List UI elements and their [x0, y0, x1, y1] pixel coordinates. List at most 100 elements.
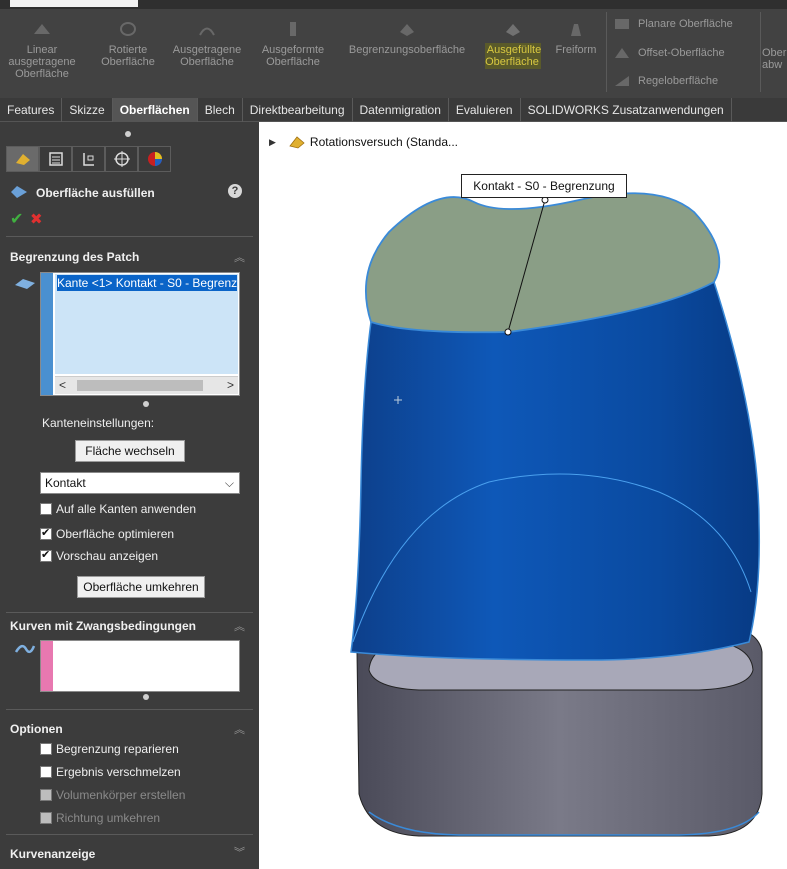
property-manager-panel: Oberfläche ausfüllen ? ✔ ✖ Begrenzung de…	[0, 122, 259, 869]
feature-manager-tab[interactable]	[6, 146, 39, 172]
reverse-surface-button[interactable]: Oberfläche umkehren	[77, 576, 205, 598]
collapse-chevron-icon[interactable]: ︽	[234, 249, 245, 265]
patch-boundary-list[interactable]: Kante <1> Kontakt - S0 - Begrenz < >	[40, 272, 240, 396]
swept-surface-button[interactable]: Ausgetragene Oberfläche	[170, 20, 244, 68]
list-color-strip-pink	[41, 641, 53, 691]
boundary-surface-button[interactable]: Begrenzungsoberfläche	[338, 20, 476, 56]
configuration-manager-tab[interactable]	[72, 146, 105, 172]
revolved-surface-button[interactable]: Rotierte Oberfläche	[96, 20, 160, 68]
ribbon-overflow-label-top: Ober	[762, 47, 787, 59]
swept-surface-label: Ausgetragene Oberfläche	[172, 44, 242, 68]
model-view	[350, 192, 763, 837]
edge-callout-label[interactable]: Kontakt - S0 - Begrenzung	[461, 174, 627, 198]
edge-selection-icon	[15, 279, 35, 289]
collapse-chevron-icon[interactable]: ︽	[234, 721, 245, 737]
reverse-direction-label: Richtung umkehren	[56, 811, 161, 825]
tab-sheet-metal[interactable]: Blech	[198, 98, 243, 122]
ribbon-overflow-label-bottom: abw	[762, 59, 783, 71]
curvature-control-value: Kontakt	[45, 476, 86, 490]
tab-evaluate[interactable]: Evaluieren	[449, 98, 521, 122]
fix-up-boundary-label: Begrenzung reparieren	[56, 742, 179, 756]
linear-sweep-surface-button[interactable]: Linear ausgetragene Oberfläche	[8, 20, 76, 80]
linear-sweep-surface-icon	[34, 24, 50, 34]
freeform-icon	[571, 24, 581, 36]
revolved-surface-icon	[120, 22, 136, 36]
curve-selection-icon	[14, 644, 36, 654]
callout-anchor-bottom	[504, 328, 512, 336]
patch-boundary-title: Begrenzung des Patch	[10, 250, 140, 264]
tab-sketch[interactable]: Skizze	[62, 98, 113, 122]
constraint-curves-list[interactable]	[40, 640, 240, 692]
list-resize-handle[interactable]	[143, 401, 149, 407]
revolved-surface-label: Rotierte Oberfläche	[101, 44, 155, 68]
alternate-face-button[interactable]: Fläche wechseln	[75, 440, 185, 462]
merge-result-label: Ergebnis verschmelzen	[56, 765, 181, 779]
expand-chevron-icon[interactable]: ︾	[234, 844, 245, 860]
ribbon-separator	[606, 12, 607, 92]
fix-up-boundary-box[interactable]	[40, 743, 52, 755]
property-manager-tab[interactable]	[39, 146, 72, 172]
boundary-surface-label: Begrenzungsoberfläche	[348, 44, 466, 56]
tab-solidworks-addins[interactable]: SOLIDWORKS Zusatzanwendungen	[521, 98, 732, 122]
configuration-icon	[82, 153, 94, 166]
collapse-chevron-icon[interactable]: ︽	[234, 618, 245, 634]
offset-surface-label: Offset-Oberfläche	[638, 47, 725, 59]
planar-surface-button[interactable]: Planare Oberfläche	[614, 15, 733, 33]
divider	[6, 834, 253, 835]
show-preview-box[interactable]	[40, 548, 52, 562]
apply-all-edges-box[interactable]	[40, 503, 52, 515]
scroll-right-arrow-icon[interactable]: >	[227, 378, 234, 392]
panel-splitter[interactable]	[0, 128, 259, 140]
freeform-button[interactable]: Freiform	[551, 20, 601, 56]
tab-features[interactable]: Features	[0, 98, 63, 122]
help-icon[interactable]: ?	[228, 184, 242, 198]
display-manager-tab[interactable]	[138, 146, 171, 172]
merge-result-checkbox[interactable]: Ergebnis verschmelzen	[40, 765, 181, 779]
apply-all-edges-label: Auf alle Kanten anwenden	[56, 502, 197, 516]
property-list-icon	[48, 152, 63, 166]
feature-tree-icon	[15, 154, 30, 165]
horizontal-scrollbar[interactable]: < >	[55, 376, 238, 394]
graphics-area[interactable]: ▶ Rotationsversuch (Standa... Kontakt - …	[259, 122, 787, 869]
scrollbar-thumb[interactable]	[77, 380, 203, 391]
apply-all-edges-checkbox[interactable]: Auf alle Kanten anwenden	[40, 502, 196, 516]
crosshair-icon	[113, 151, 130, 167]
offset-surface-icon	[615, 48, 629, 58]
cancel-button[interactable]: ✖	[30, 210, 43, 228]
filled-surface-label: Ausgefüllte Oberfläche	[484, 43, 542, 69]
ribbon-toolbar: Linear ausgetragene Oberfläche Rotierte …	[0, 0, 787, 98]
optimize-surface-box[interactable]	[40, 526, 52, 540]
list-item-edge-1[interactable]: Kante <1> Kontakt - S0 - Begrenz	[57, 275, 237, 291]
optimize-surface-label: Oberfläche optimieren	[56, 527, 175, 541]
dimxpert-manager-tab[interactable]	[105, 146, 138, 172]
tab-direct-editing[interactable]: Direktbearbeitung	[243, 98, 353, 122]
divider	[6, 236, 253, 237]
list-resize-handle[interactable]	[143, 694, 149, 700]
splitter-dot	[125, 131, 131, 137]
optimize-surface-checkbox[interactable]: Oberfläche optimieren	[40, 526, 175, 541]
ribbon-separator-2	[760, 12, 761, 92]
ribbon-overflow-button[interactable]: Ober abw	[762, 47, 787, 71]
ruled-surface-button[interactable]: Regeloberfläche	[614, 72, 718, 90]
scroll-left-arrow-icon[interactable]: <	[59, 378, 66, 392]
tab-data-migration[interactable]: Datenmigration	[353, 98, 449, 122]
swept-surface-icon	[199, 27, 215, 36]
linear-sweep-surface-label: Linear ausgetragene Oberfläche	[8, 44, 76, 80]
offset-surface-button[interactable]: Offset-Oberfläche	[614, 44, 725, 62]
fix-up-boundary-checkbox[interactable]: Begrenzung reparieren	[40, 742, 179, 756]
quick-access-strip	[10, 0, 138, 7]
curvature-control-select[interactable]: Kontakt ⌵	[40, 472, 240, 494]
merge-result-box[interactable]	[40, 766, 52, 778]
reverse-direction-box	[40, 812, 52, 824]
filled-surface-icon	[506, 24, 520, 36]
list-color-strip	[41, 273, 53, 395]
ruled-surface-icon	[615, 76, 629, 86]
show-preview-checkbox[interactable]: Vorschau anzeigen	[40, 548, 158, 563]
panel-title: Oberfläche ausfüllen	[36, 186, 155, 200]
filled-surface-button[interactable]: Ausgefüllte Oberfläche	[478, 20, 548, 69]
tab-surfaces[interactable]: Oberflächen	[112, 98, 198, 122]
ok-button[interactable]: ✔	[10, 209, 23, 229]
planar-surface-icon	[615, 19, 629, 29]
lofted-surface-button[interactable]: Ausgeformte Oberfläche	[256, 20, 330, 68]
lofted-surface-icon	[290, 22, 296, 36]
